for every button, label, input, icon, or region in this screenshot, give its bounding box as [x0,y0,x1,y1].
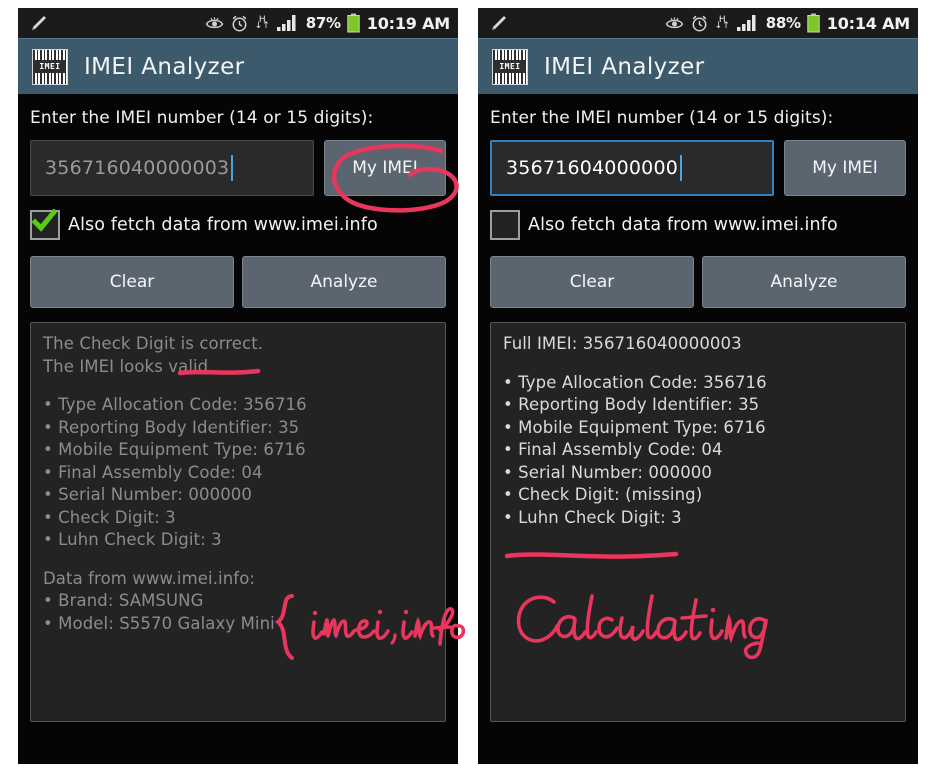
results-line: • Mobile Equipment Type: 6716 [43,440,306,459]
imei-barcode-icon: IMEI [32,48,68,85]
status-bar-clock: 10:14 AM [826,13,910,33]
imei-field-label: Enter the IMEI number (14 or 15 digits): [490,108,834,128]
results-spacer [43,552,433,568]
results-line: • Check Digit: (missing) [503,485,703,504]
action-button-row: Clear Analyze [30,256,446,308]
app-content: Enter the IMEI number (14 or 15 digits):… [18,94,458,764]
imei-barcode-icon: IMEI [492,48,528,85]
hsdpa-icon: H ↓↑ [254,16,270,31]
results-line: • Reporting Body Identifier: 35 [43,417,300,437]
action-button-row: Clear Analyze [490,256,906,308]
clear-button[interactable]: Clear [30,256,234,308]
battery-icon [807,13,820,33]
status-bar-left-icons [28,13,205,33]
my-imei-button[interactable]: My IMEI [324,140,446,196]
text-caret [680,155,683,181]
results-line: • Model: S5570 Galaxy Mini [43,613,275,633]
checkmark-icon [31,209,57,232]
fetch-data-checkbox-label: Also fetch data from www.imei.info [528,215,838,235]
hsdpa-icon: H ↓↑ [714,16,730,31]
results-line: Full IMEI: 356716040000003 [503,334,742,353]
fetch-data-checkbox-row[interactable]: Also fetch data from www.imei.info [30,209,446,240]
fetch-data-checkbox-label: Also fetch data from www.imei.info [68,215,378,235]
results-line: • Serial Number: 000000 [43,485,252,504]
pencil-icon [32,16,46,30]
eye-icon [665,17,683,29]
my-imei-button[interactable]: My IMEI [784,140,906,196]
results-line: • Luhn Check Digit: 3 [503,507,682,527]
app-content: Enter the IMEI number (14 or 15 digits):… [478,94,918,764]
signal-bars-icon [276,15,296,31]
text-caret [231,155,234,181]
eye-icon [205,17,223,29]
fetch-data-checkbox[interactable] [490,210,520,240]
imei-input-value: 356716040000003 [45,157,230,179]
results-line: • Check Digit: 3 [43,507,176,527]
imei-input-value: 35671604000000 [506,157,679,179]
signal-bars-icon [736,15,756,31]
results-line: The IMEI looks valid. [43,356,214,376]
results-spacer [43,378,433,394]
fetch-data-checkbox-row[interactable]: Also fetch data from www.imei.info [490,210,906,240]
results-line: • Type Allocation Code: 356716 [43,395,307,414]
imei-input-row: 35671604000000 My IMEI [490,140,906,196]
imei-input[interactable]: 35671604000000 [490,140,774,196]
results-line: • Mobile Equipment Type: 6716 [503,417,766,437]
results-panel: The Check Digit is correct. The IMEI look… [30,322,446,722]
phone-screenshot-left: H ↓↑ 87% 10:19 AM IMEI IMEI Analyzer Ent… [18,8,458,764]
status-bar-left-icons [488,13,665,33]
alarm-clock-icon [232,15,247,31]
results-line: • Serial Number: 000000 [503,462,712,482]
imei-field-label: Enter the IMEI number (14 or 15 digits): [30,108,374,128]
results-line: • Final Assembly Code: 04 [43,462,263,482]
results-line: • Final Assembly Code: 04 [503,440,723,459]
battery-icon [347,13,360,33]
status-bar: H ↓↑ 87% 10:19 AM [18,8,458,38]
results-spacer [503,356,893,372]
results-panel: Full IMEI: 356716040000003 • Type Allocat… [490,322,906,722]
barcode-label: IMEI [35,59,65,73]
results-line: Data from www.imei.info: [43,568,256,588]
pencil-icon [492,16,506,30]
app-title: IMEI Analyzer [544,53,705,80]
battery-percent-label: 87% [305,14,341,32]
app-bar: IMEI IMEI Analyzer [18,38,458,94]
phone-screenshot-right: H ↓↑ 88% 10:14 AM IMEI IMEI Analyzer Ent… [478,8,918,764]
results-line: • Type Allocation Code: 356716 [503,372,767,392]
imei-input-row: 356716040000003 My IMEI [30,140,446,196]
clear-button[interactable]: Clear [490,256,694,308]
imei-input[interactable]: 356716040000003 [30,140,314,196]
results-line: • Reporting Body Identifier: 35 [503,395,760,414]
alarm-clock-icon [692,15,707,31]
status-bar-right-icons: H ↓↑ 88% 10:14 AM [665,13,910,33]
hsdpa-arrows: ↓↑ [714,21,730,31]
app-title: IMEI Analyzer [84,53,245,80]
results-line: The Check Digit is correct. [43,334,264,353]
status-bar-clock: 10:19 AM [366,13,450,33]
app-bar: IMEI IMEI Analyzer [478,38,918,94]
analyze-button[interactable]: Analyze [702,256,906,308]
barcode-label: IMEI [495,59,525,73]
results-line: • Brand: SAMSUNG [43,591,204,610]
hsdpa-arrows: ↓↑ [254,21,270,31]
fetch-data-checkbox[interactable] [30,209,60,240]
status-bar-right-icons: H ↓↑ 87% 10:19 AM [205,13,450,33]
screenshot-root: H ↓↑ 87% 10:19 AM IMEI IMEI Analyzer Ent… [0,0,930,772]
results-line: • Luhn Check Digit: 3 [43,530,222,549]
status-bar: H ↓↑ 88% 10:14 AM [478,8,918,38]
analyze-button[interactable]: Analyze [242,256,446,308]
battery-percent-label: 88% [765,14,801,32]
